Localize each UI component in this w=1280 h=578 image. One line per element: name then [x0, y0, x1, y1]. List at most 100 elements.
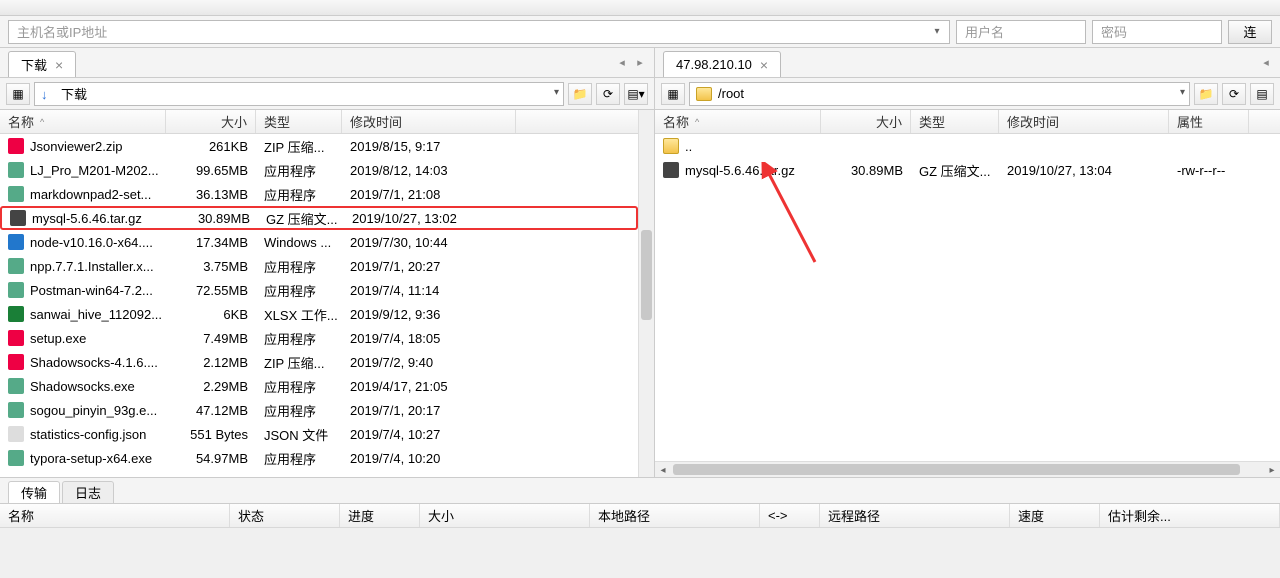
tcol-dir[interactable]: <->	[760, 504, 820, 527]
remote-path-input[interactable]: /root ▾	[689, 82, 1190, 106]
col-mtime[interactable]: 修改时间	[342, 110, 516, 133]
chevron-down-icon[interactable]: ▾	[929, 24, 945, 40]
file-row[interactable]: node-v10.16.0-x64....17.34MBWindows ...2…	[0, 230, 638, 254]
file-row[interactable]: typora-setup-x64.exe54.97MB应用程序2019/7/4,…	[0, 446, 638, 470]
username-input[interactable]: 用户名	[956, 20, 1086, 44]
file-type: ZIP 压缩...	[256, 137, 342, 156]
tab-transfer[interactable]: 传输	[8, 481, 60, 503]
password-input[interactable]: 密码	[1092, 20, 1222, 44]
file-name: statistics-config.json	[30, 427, 146, 442]
file-row[interactable]: Jsonviewer2.zip261KBZIP 压缩...2019/8/15, …	[0, 134, 638, 158]
new-folder-button[interactable]: 📁	[1194, 83, 1218, 105]
tcol-remote[interactable]: 远程路径	[820, 504, 1010, 527]
tcol-local[interactable]: 本地路径	[590, 504, 760, 527]
file-type: 应用程序	[256, 161, 342, 180]
file-row[interactable]: markdownpad2-set...36.13MB应用程序2019/7/1, …	[0, 182, 638, 206]
file-mtime: 2019/8/12, 14:03	[342, 163, 516, 178]
col-size[interactable]: 大小	[166, 110, 256, 133]
scroll-left-icon[interactable]: ◂	[655, 462, 671, 477]
col-name[interactable]: 名称	[0, 110, 166, 133]
file-type: 应用程序	[256, 401, 342, 420]
file-row[interactable]: sogou_pinyin_93g.e...47.12MB应用程序2019/7/1…	[0, 398, 638, 422]
tcol-size[interactable]: 大小	[420, 504, 590, 527]
refresh-button[interactable]: ⟳	[1222, 83, 1246, 105]
tcol-status[interactable]: 状态	[230, 504, 340, 527]
file-type: GZ 压缩文...	[911, 161, 999, 180]
tab-log[interactable]: 日志	[62, 481, 114, 503]
file-mtime: 2019/7/1, 20:27	[342, 259, 516, 274]
scroll-thumb[interactable]	[641, 230, 652, 320]
file-size: 30.89MB	[168, 211, 258, 226]
file-mtime: 2019/7/2, 9:40	[342, 355, 516, 370]
file-name: npp.7.7.1.Installer.x...	[30, 259, 154, 274]
exe-icon	[8, 450, 24, 466]
tcol-name[interactable]: 名称	[0, 504, 230, 527]
file-row[interactable]: Shadowsocks.exe2.29MB应用程序2019/4/17, 21:0…	[0, 374, 638, 398]
file-size: 17.34MB	[166, 235, 256, 250]
col-type[interactable]: 类型	[256, 110, 342, 133]
file-row[interactable]: statistics-config.json551 BytesJSON 文件20…	[0, 422, 638, 446]
app-top-toolbar	[0, 0, 1280, 16]
file-name: mysql-5.6.46.tar.gz	[685, 163, 795, 178]
chevron-down-icon[interactable]: ▾	[1180, 87, 1185, 98]
view-tree-button[interactable]: ▦	[6, 83, 30, 105]
file-row[interactable]: Shadowsocks-4.1.6....2.12MBZIP 压缩...2019…	[0, 350, 638, 374]
local-tab[interactable]: 下载 ×	[8, 51, 76, 77]
file-type: 应用程序	[256, 377, 342, 396]
col-name[interactable]: 名称	[655, 110, 821, 133]
file-row[interactable]: mysql-5.6.46.tar.gz30.89MBGZ 压缩文...2019/…	[0, 206, 638, 230]
new-folder-button[interactable]: 📁	[568, 83, 592, 105]
connect-label: 连	[1243, 22, 1256, 41]
tab-prev-icon[interactable]: ◂	[614, 54, 630, 70]
file-mtime: 2019/4/17, 21:05	[342, 379, 516, 394]
file-row[interactable]: npp.7.7.1.Installer.x...3.75MB应用程序2019/7…	[0, 254, 638, 278]
file-row[interactable]: ..	[655, 134, 1264, 158]
tcol-progress[interactable]: 进度	[340, 504, 420, 527]
remote-tab-label: 47.98.210.10	[676, 57, 752, 72]
file-mtime: 2019/10/27, 13:04	[999, 163, 1169, 178]
file-size: 30.89MB	[821, 163, 911, 178]
col-attr[interactable]: 属性	[1169, 110, 1249, 133]
remote-tab[interactable]: 47.98.210.10 ×	[663, 51, 781, 77]
file-row[interactable]: LJ_Pro_M201-M202...99.65MB应用程序2019/8/12,…	[0, 158, 638, 182]
local-path-input[interactable]: ↓ 下载 ▾	[34, 82, 564, 106]
file-type: 应用程序	[256, 329, 342, 348]
scroll-right-icon[interactable]: ▸	[1264, 462, 1280, 477]
username-placeholder: 用户名	[965, 22, 1004, 41]
local-pathbar: ▦ ↓ 下载 ▾ 📁 ⟳ ▤▾	[0, 78, 654, 110]
tcol-speed[interactable]: 速度	[1010, 504, 1100, 527]
chevron-down-icon[interactable]: ▾	[554, 87, 559, 98]
bottom-tabbar: 传输 日志	[0, 478, 1280, 504]
connect-button[interactable]: 连	[1228, 20, 1272, 44]
password-placeholder: 密码	[1101, 22, 1127, 41]
file-name: Jsonviewer2.zip	[30, 139, 123, 154]
txt-icon	[8, 426, 24, 442]
local-file-list[interactable]: Jsonviewer2.zip261KBZIP 压缩...2019/8/15, …	[0, 134, 638, 477]
col-size[interactable]: 大小	[821, 110, 911, 133]
left-vscroll[interactable]	[638, 110, 654, 477]
file-name: LJ_Pro_M201-M202...	[30, 163, 159, 178]
file-row[interactable]: sanwai_hive_112092...6KBXLSX 工作...2019/9…	[0, 302, 638, 326]
col-mtime[interactable]: 修改时间	[999, 110, 1169, 133]
tab-prev-icon[interactable]: ◂	[1258, 54, 1274, 70]
hscroll-thumb[interactable]	[673, 464, 1240, 475]
refresh-button[interactable]: ⟳	[596, 83, 620, 105]
file-row[interactable]: setup.exe7.49MB应用程序2019/7/4, 18:05	[0, 326, 638, 350]
col-type[interactable]: 类型	[911, 110, 999, 133]
file-size: 54.97MB	[166, 451, 256, 466]
view-mode-button[interactable]: ▤▾	[624, 83, 648, 105]
remote-hscroll[interactable]: ◂ ▸	[655, 461, 1280, 477]
close-icon[interactable]: ×	[760, 59, 768, 71]
tcol-eta[interactable]: 估计剩余...	[1100, 504, 1280, 527]
transfer-header: 名称 状态 进度 大小 本地路径 <-> 远程路径 速度 估计剩余...	[0, 504, 1280, 528]
close-icon[interactable]: ×	[55, 59, 63, 71]
remote-path-text: /root	[718, 86, 744, 101]
host-input[interactable]: 主机名或IP地址 ▾	[8, 20, 950, 44]
view-mode-button[interactable]: ▤	[1250, 83, 1274, 105]
file-row[interactable]: Postman-win64-7.2...72.55MB应用程序2019/7/4,…	[0, 278, 638, 302]
file-row[interactable]: mysql-5.6.46.tar.gz 30.89MBGZ 压缩文...2019/…	[655, 158, 1264, 182]
tab-next-icon[interactable]: ▸	[632, 54, 648, 70]
remote-file-list[interactable]: .. mysql-5.6.46.tar.gz 30.89MBGZ 压缩文...201…	[655, 134, 1264, 477]
file-size: 36.13MB	[166, 187, 256, 202]
view-tree-button[interactable]: ▦	[661, 83, 685, 105]
